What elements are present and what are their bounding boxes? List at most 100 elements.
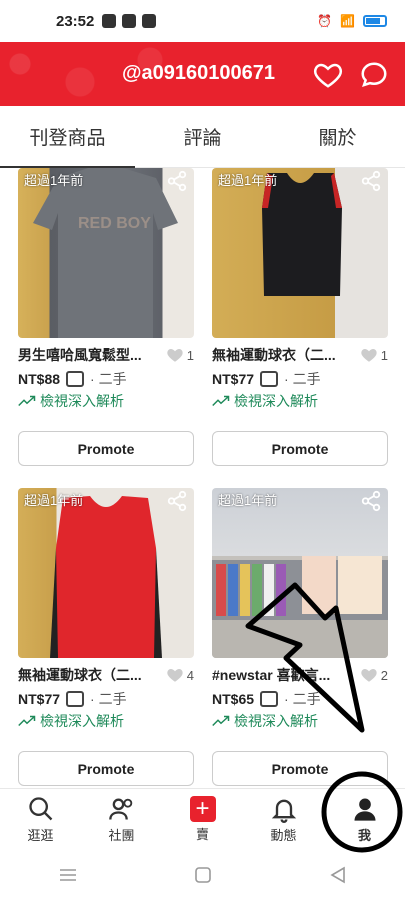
- shipping-icon: [66, 691, 85, 707]
- listing-condition: · 二手: [284, 371, 321, 387]
- share-icon[interactable]: [360, 490, 382, 512]
- listing-condition: · 二手: [90, 371, 127, 387]
- profile-username: @a09160100671: [122, 62, 275, 84]
- listing-image[interactable]: RED BOY 超過1年前: [18, 168, 194, 338]
- battery-icon: [363, 15, 387, 27]
- profile-icon: [354, 798, 375, 821]
- view-insights-link[interactable]: 檢視深入解析: [212, 711, 388, 731]
- tab-reviews[interactable]: 評論: [135, 106, 270, 167]
- nav-label: 逛逛: [27, 828, 54, 843]
- like-button[interactable]: 1: [166, 346, 194, 364]
- trend-up-icon: [18, 715, 36, 727]
- like-count: 4: [186, 667, 194, 683]
- status-bar: 23:52 ⏰ 📶: [0, 0, 405, 42]
- listing-title[interactable]: 男生嘻哈風寬鬆型...: [18, 345, 160, 365]
- shipping-icon: [260, 691, 279, 707]
- heart-icon: [361, 349, 377, 362]
- like-button[interactable]: 2: [360, 666, 388, 684]
- heart-icon: [167, 349, 183, 362]
- view-insights-link[interactable]: 檢視深入解析: [212, 391, 388, 411]
- books-graphic: [212, 556, 388, 658]
- listing-title[interactable]: #newstar 喜歡言...: [212, 665, 354, 685]
- promote-button[interactable]: Promote: [212, 751, 388, 786]
- listing-age: 超過1年前: [218, 173, 278, 188]
- like-count: 2: [380, 667, 388, 683]
- shipping-icon: [260, 371, 279, 387]
- back-key-icon[interactable]: [329, 866, 347, 884]
- listing-price: NT$77: [18, 691, 61, 707]
- nav-activity[interactable]: 動態: [243, 789, 324, 850]
- insight-label: 檢視深入解析: [40, 393, 124, 409]
- listing-age: 超過1年前: [24, 493, 84, 508]
- tab-listings[interactable]: 刊登商品: [0, 106, 135, 168]
- listing-price: NT$77: [212, 371, 255, 387]
- shipping-icon: [66, 371, 85, 387]
- menu-key-icon[interactable]: [58, 867, 78, 883]
- app-notification-icon: [122, 14, 137, 28]
- promote-button[interactable]: Promote: [18, 751, 194, 786]
- plus-icon: +: [189, 796, 216, 822]
- listing-title[interactable]: 無袖運動球衣（二...: [212, 345, 354, 365]
- system-nav-bar: [0, 850, 405, 900]
- nav-browse[interactable]: 逛逛: [0, 789, 81, 850]
- share-icon[interactable]: [360, 170, 382, 192]
- insight-label: 檢視深入解析: [234, 713, 318, 729]
- wifi-icon: 📶: [340, 14, 355, 28]
- jersey-graphic: [262, 173, 342, 296]
- profile-tabs: 刊登商品 評論 關於: [0, 106, 405, 168]
- insight-label: 檢視深入解析: [40, 713, 124, 729]
- view-insights-link[interactable]: 檢視深入解析: [18, 711, 194, 731]
- promote-button[interactable]: Promote: [212, 431, 388, 466]
- promote-button[interactable]: Promote: [18, 431, 194, 466]
- line-app-icon: [102, 14, 117, 28]
- jersey-graphic: [50, 496, 162, 658]
- search-icon: [28, 797, 52, 821]
- nav-groups[interactable]: 社團: [81, 789, 162, 850]
- status-time: 23:52: [56, 12, 95, 30]
- notification-icons: [102, 14, 157, 28]
- nav-label: 我: [357, 828, 371, 843]
- view-insights-link[interactable]: 檢視深入解析: [18, 391, 194, 411]
- heart-icon: [167, 669, 183, 682]
- nav-label: 社團: [108, 828, 135, 843]
- system-status-icons: ⏰ 📶: [317, 14, 387, 28]
- profile-header: @a09160100671: [0, 42, 405, 106]
- share-icon[interactable]: [166, 490, 188, 512]
- listing-price: NT$88: [18, 371, 61, 387]
- like-count: 1: [380, 347, 388, 363]
- listing-condition: · 二手: [284, 691, 321, 707]
- listing-card[interactable]: 超過1年前 #newstar 喜歡言... 2 NT$65 · 二手 檢視深入解…: [212, 488, 388, 786]
- tshirt-graphic: RED BOY: [33, 168, 178, 338]
- listing-age: 超過1年前: [24, 173, 84, 188]
- listing-image[interactable]: 超過1年前: [212, 488, 388, 658]
- home-key-icon[interactable]: [194, 866, 212, 884]
- listing-condition: · 二手: [90, 691, 127, 707]
- twitch-icon: [142, 14, 157, 28]
- heart-icon: [361, 669, 377, 682]
- share-icon[interactable]: [166, 170, 188, 192]
- people-icon: [108, 798, 132, 820]
- bell-icon: [271, 799, 296, 823]
- listing-image[interactable]: 超過1年前: [18, 488, 194, 658]
- listing-card[interactable]: 超過1年前 無袖運動球衣（二... 1 NT$77 · 二手 檢視深入解析 Pr…: [212, 168, 388, 466]
- nav-label: 動態: [270, 828, 297, 843]
- like-count: 1: [186, 347, 194, 363]
- trend-up-icon: [212, 715, 230, 727]
- listing-card[interactable]: RED BOY 超過1年前 男生嘻哈風寬鬆型... 1 NT$88 · 二手 檢…: [18, 168, 194, 466]
- listing-card[interactable]: 超過1年前 無袖運動球衣（二... 4 NT$77 · 二手 檢視深入解析 Pr…: [18, 488, 194, 786]
- chat-icon[interactable]: [359, 60, 389, 90]
- listing-price: NT$65: [212, 691, 255, 707]
- like-button[interactable]: 4: [166, 666, 194, 684]
- trend-up-icon: [18, 395, 36, 407]
- listing-title[interactable]: 無袖運動球衣（二...: [18, 665, 160, 685]
- bottom-nav: 逛逛 社團 + 賣 動態 我: [0, 788, 405, 850]
- tab-about[interactable]: 關於: [270, 106, 405, 167]
- svg-text:RED BOY: RED BOY: [78, 215, 151, 232]
- listing-grid: RED BOY 超過1年前 男生嘻哈風寬鬆型... 1 NT$88 · 二手 檢…: [0, 168, 405, 788]
- like-button[interactable]: 1: [360, 346, 388, 364]
- nav-me[interactable]: 我: [324, 789, 405, 850]
- heart-icon[interactable]: [313, 60, 343, 90]
- nav-sell[interactable]: + 賣: [162, 789, 243, 850]
- listing-image[interactable]: 超過1年前: [212, 168, 388, 338]
- nav-label: 賣: [195, 827, 209, 842]
